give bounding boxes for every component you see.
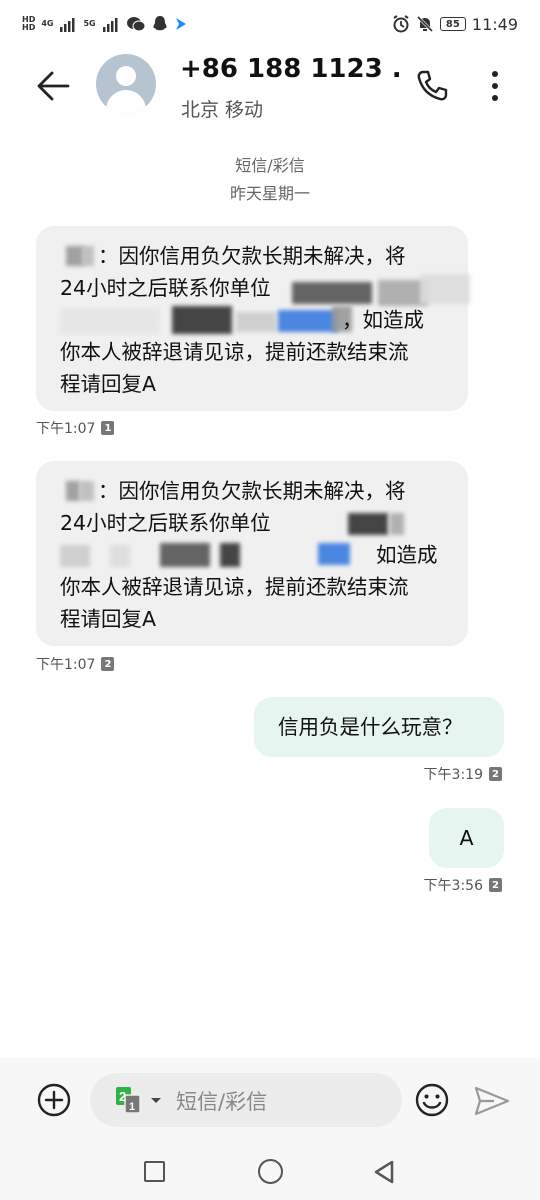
alarm-icon xyxy=(393,15,409,33)
sim-badge: 2 xyxy=(489,767,502,781)
redacted-mosaic xyxy=(60,545,90,567)
message-time: 下午3:19 xyxy=(423,767,483,783)
signal-icon-2 xyxy=(102,18,118,32)
nav-recents-icon[interactable] xyxy=(144,1161,165,1182)
message-bubble-outgoing[interactable]: A xyxy=(429,808,504,868)
hd-indicator: HD HD xyxy=(22,15,36,32)
conversation-header: +86 188 1123 ... 北京 移动 xyxy=(0,48,540,132)
phone-icon xyxy=(417,70,448,101)
nav-home-icon[interactable] xyxy=(258,1159,283,1184)
message-text-line: 程请回复A xyxy=(60,372,157,396)
call-button[interactable] xyxy=(412,66,452,106)
message-text-line: ：因你信用负欠款长期未解决，将 xyxy=(98,244,406,268)
network-5g-label: 5G xyxy=(83,19,96,28)
message-text-line: 24小时之后联系你单位 xyxy=(60,276,271,300)
sim-badge: 2 xyxy=(489,878,502,892)
message-text-line: 如造成 xyxy=(376,543,438,567)
status-bar: HD HD 4G 5G 85 11:49 xyxy=(0,0,540,48)
message-bubble-outgoing[interactable]: 信用负是什么玩意？ xyxy=(254,697,504,757)
back-button[interactable] xyxy=(34,66,74,106)
contact-name[interactable]: +86 188 1123 ... xyxy=(180,54,400,84)
mute-bell-icon xyxy=(416,15,433,33)
send-button[interactable] xyxy=(472,1084,512,1118)
sim-badge: 1 xyxy=(101,421,115,435)
redacted-mosaic xyxy=(292,282,372,304)
message-meta: 下午1:07 2 xyxy=(36,654,115,674)
send-icon xyxy=(474,1086,510,1116)
attach-button[interactable] xyxy=(36,1082,72,1118)
message-time: 下午1:07 xyxy=(36,657,96,673)
message-time: 下午1:07 xyxy=(36,421,96,437)
contact-avatar[interactable] xyxy=(96,54,156,114)
status-right: 85 11:49 xyxy=(392,15,518,34)
message-text-line: 你本人被辞退请见谅，提前还款结束流 xyxy=(60,575,409,599)
back-arrow-icon xyxy=(37,71,70,101)
message-meta: 下午1:07 1 xyxy=(36,418,115,438)
more-vert-icon xyxy=(492,71,498,101)
system-nav-bar xyxy=(0,1142,540,1200)
svg-text:1: 1 xyxy=(129,1101,135,1113)
wechat-icon xyxy=(126,17,146,32)
compose-bar: 2 1 短信/彩信 xyxy=(0,1058,540,1142)
message-input[interactable]: 2 1 短信/彩信 xyxy=(90,1073,402,1127)
message-text-line: 程请回复A xyxy=(60,607,157,631)
more-options-button[interactable] xyxy=(480,66,510,106)
add-circle-icon xyxy=(37,1083,71,1117)
clock: 11:49 xyxy=(471,14,518,34)
qq-icon xyxy=(153,16,167,31)
message-text: 信用负是什么玩意？ xyxy=(278,715,463,739)
redacted-mosaic xyxy=(66,481,80,501)
sim-badge: 2 xyxy=(101,657,115,671)
contact-location: 北京 移动 xyxy=(181,99,264,121)
redacted-mosaic xyxy=(292,513,342,539)
chevron-down-icon xyxy=(151,1098,161,1103)
app-arrow-icon xyxy=(175,18,186,30)
sim-selector[interactable]: 2 1 xyxy=(114,1085,164,1115)
svg-text:2: 2 xyxy=(119,1089,126,1104)
redacted-mosaic xyxy=(60,308,160,334)
message-meta: 下午3:56 2 xyxy=(424,875,502,895)
thread-date-label: 昨天星期一 xyxy=(229,184,310,203)
message-text: A xyxy=(459,826,474,850)
thread-type-label: 短信/彩信 xyxy=(235,156,305,175)
avatar-person-icon xyxy=(116,66,136,86)
signal-icon xyxy=(60,18,75,32)
message-text-line: 你本人被辞退请见谅，提前还款结束流 xyxy=(60,340,409,364)
message-text-line: ，如造成 xyxy=(342,308,424,332)
status-left: HD HD 4G 5G xyxy=(22,15,188,33)
input-placeholder: 短信/彩信 xyxy=(176,1090,268,1114)
message-time: 下午3:56 xyxy=(423,878,483,894)
message-text-line: 24小时之后联系你单位 xyxy=(60,511,271,535)
message-bubble-incoming[interactable]: ：因你信用负欠款长期未解决，将 24小时之后联系你单位 如造成 你本人被辞退请见… xyxy=(36,461,468,646)
battery-indicator: 85 xyxy=(439,17,466,31)
nav-back-icon[interactable] xyxy=(372,1159,396,1185)
emoji-icon xyxy=(415,1083,449,1117)
emoji-button[interactable] xyxy=(414,1082,450,1118)
message-meta: 下午3:19 2 xyxy=(424,764,502,784)
message-text-line: ：因你信用负欠款长期未解决，将 xyxy=(98,479,406,503)
network-4g-label: 4G xyxy=(41,19,54,28)
dual-sim-icon: 2 1 xyxy=(116,1087,141,1114)
message-bubble-incoming[interactable]: ：因你信用负欠款长期未解决，将 24小时之后联系你单位 ，如造成 你本人被辞退请… xyxy=(36,226,470,411)
